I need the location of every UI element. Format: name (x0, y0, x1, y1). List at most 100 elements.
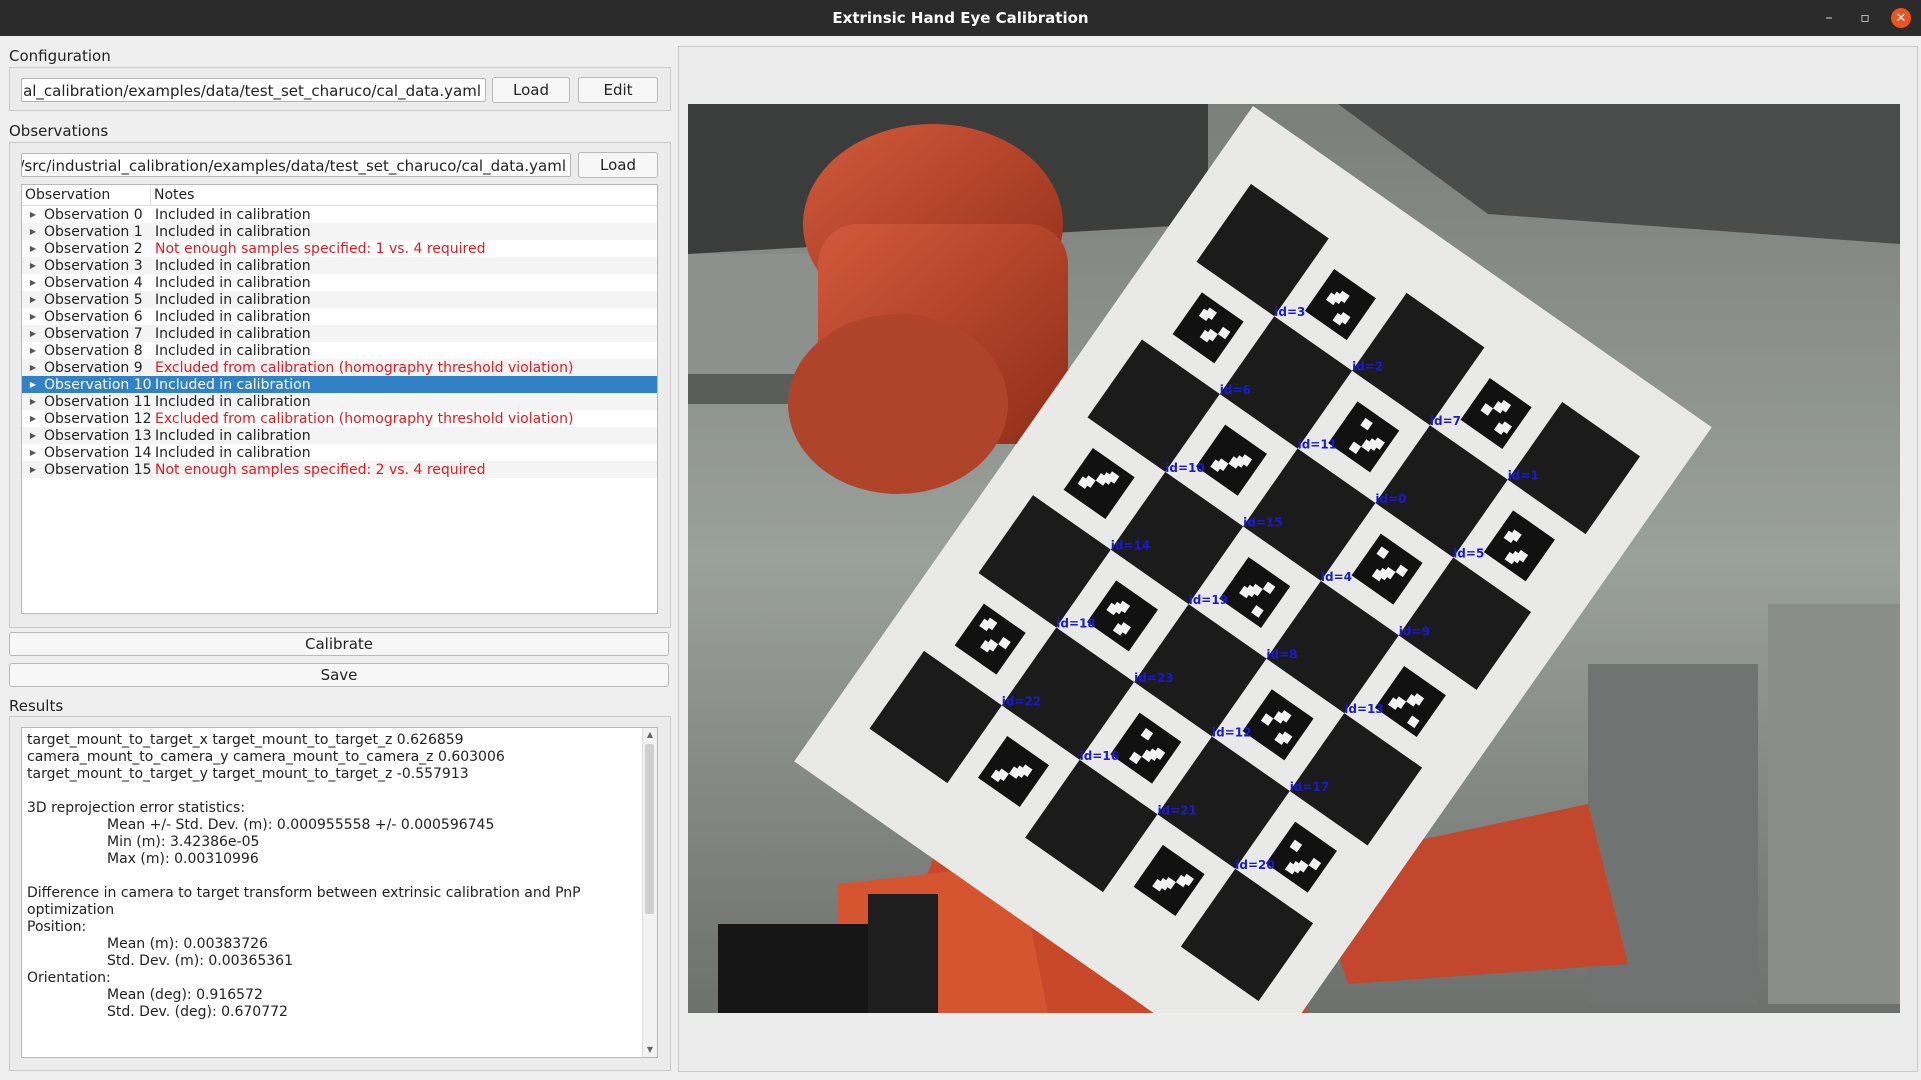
marker-id-label: id=3 (1274, 305, 1305, 319)
column-header-observation[interactable]: Observation (22, 185, 151, 205)
observation-row[interactable]: ▶ Observation 4 Included in calibration (22, 274, 657, 291)
window-title: Extrinsic Hand Eye Calibration (832, 9, 1089, 27)
observation-name: Observation 9 (44, 359, 143, 376)
expand-arrow-icon[interactable]: ▶ (22, 414, 44, 423)
results-text-area[interactable]: target_mount_to_target_x target_mount_to… (21, 727, 658, 1058)
maximize-icon[interactable]: ▫ (1855, 8, 1875, 28)
observation-name: Observation 15 (44, 461, 152, 478)
observations-load-button[interactable]: Load (578, 152, 658, 178)
results-line (27, 868, 637, 885)
expand-arrow-icon[interactable]: ▶ (22, 431, 44, 440)
observation-row[interactable]: ▶ Observation 2 Not enough samples specifi… (22, 240, 657, 257)
marker-id-label: id=1 (1508, 469, 1539, 483)
observation-note: Included in calibration (155, 223, 311, 240)
expand-arrow-icon[interactable]: ▶ (22, 448, 44, 457)
expand-arrow-icon[interactable]: ▶ (22, 363, 44, 372)
results-scrollbar[interactable]: ▲ ▼ (642, 728, 657, 1057)
observation-row[interactable]: ▶ Observation 1 Included in calibration (22, 223, 657, 240)
observation-note: Included in calibration (155, 376, 311, 393)
marker-id-label: id=0 (1375, 492, 1406, 506)
observation-name: Observation 7 (44, 325, 143, 342)
expand-arrow-icon[interactable]: ▶ (22, 227, 44, 236)
marker-id-label: id=5 (1453, 547, 1484, 561)
results-line: Mean (deg): 0.916572 (107, 987, 263, 1003)
marker-id-label: id=16 (1080, 749, 1119, 763)
expand-arrow-icon[interactable]: ▶ (22, 329, 44, 338)
observation-row[interactable]: ▶ Observation 11 Included in calibration (22, 393, 657, 410)
expand-arrow-icon[interactable]: ▶ (22, 397, 44, 406)
expand-arrow-icon[interactable]: ▶ (22, 295, 44, 304)
observation-name: Observation 6 (44, 308, 143, 325)
close-icon[interactable]: ✕ (1891, 8, 1911, 28)
expand-arrow-icon[interactable]: ▶ (22, 210, 44, 219)
expand-arrow-icon[interactable]: ▶ (22, 346, 44, 355)
observation-row[interactable]: ▶ Observation 0 Included in calibration (22, 206, 657, 223)
scroll-thumb[interactable] (645, 744, 654, 914)
observation-row[interactable]: ▶ Observation 8 Included in calibration (22, 342, 657, 359)
observation-row[interactable]: ▶ Observation 6 Included in calibration (22, 308, 657, 325)
results-line: target_mount_to_target_x target_mount_to… (27, 732, 464, 748)
observation-row[interactable]: ▶ Observation 14 Included in calibration (22, 444, 657, 461)
results-label: Results (9, 697, 64, 715)
results-line: Std. Dev. (m): 0.00365361 (107, 953, 293, 969)
marker-id-label: id=19 (1189, 593, 1228, 607)
observation-name: Observation 11 (44, 393, 152, 410)
minimize-icon[interactable]: – (1819, 8, 1839, 28)
results-line: Mean +/- Std. Dev. (m): 0.000955558 +/- … (107, 817, 495, 833)
marker-id-label: id=18 (1056, 617, 1095, 631)
observations-tree[interactable]: Observation Notes ▶ Observation 0 Included… (21, 184, 658, 614)
column-header-notes[interactable]: Notes (151, 185, 194, 205)
observation-row[interactable]: ▶ Observation 5 Included in calibration (22, 291, 657, 308)
observation-note: Included in calibration (155, 325, 311, 342)
marker-id-label: id=11 (1298, 438, 1337, 452)
scroll-up-arrow-icon[interactable]: ▲ (643, 728, 657, 742)
calibrate-button[interactable]: Calibrate (9, 632, 669, 656)
expand-arrow-icon[interactable]: ▶ (22, 244, 44, 253)
observation-note: Included in calibration (155, 444, 311, 461)
results-line: Difference in camera to target transform… (27, 885, 581, 918)
observation-note: Not enough samples specified: 2 vs. 4 re… (155, 461, 486, 478)
observations-path-field[interactable]: abr_ws/src/industrial_calibration/exampl… (21, 153, 571, 177)
observation-name: Observation 4 (44, 274, 143, 291)
observation-note: Not enough samples specified: 1 vs. 4 re… (155, 240, 486, 257)
observation-note: Included in calibration (155, 291, 311, 308)
marker-id-label: id=22 (1002, 694, 1041, 708)
title-bar: Extrinsic Hand Eye Calibration – ▫ ✕ (0, 0, 1921, 36)
configuration-path-field[interactable]: dustrial_calibration/examples/data/test_… (21, 78, 486, 102)
marker-id-label: id=8 (1266, 648, 1297, 662)
camera-image: id=3 id=2 id=7 id=1 id=6 id=11 id=0 id=5 id=10 id… (688, 104, 1900, 1013)
results-line: Max (m): 0.00310996 (107, 851, 259, 867)
marker-id-label: id=7 (1430, 414, 1461, 428)
observation-row[interactable]: ▶ Observation 12 Excluded from calibration… (22, 410, 657, 427)
observation-row[interactable]: ▶ Observation 7 Included in calibration (22, 325, 657, 342)
observation-name: Observation 1 (44, 223, 143, 240)
observation-row[interactable]: ▶ Observation 10 Included in calibration (22, 376, 657, 393)
marker-id-label: id=20 (1235, 858, 1274, 872)
configuration-load-button[interactable]: Load (492, 77, 570, 103)
marker-id-label: id=9 (1399, 624, 1430, 638)
expand-arrow-icon[interactable]: ▶ (22, 261, 44, 270)
observation-note: Excluded from calibration (homography th… (155, 410, 574, 427)
expand-arrow-icon[interactable]: ▶ (22, 465, 44, 474)
observation-note: Excluded from calibration (homography th… (155, 359, 574, 376)
observation-row[interactable]: ▶ Observation 3 Included in calibration (22, 257, 657, 274)
configuration-edit-button[interactable]: Edit (578, 77, 658, 103)
observation-row[interactable]: ▶ Observation 15 Not enough samples specif… (22, 461, 657, 478)
tree-header: Observation Notes (22, 185, 657, 206)
expand-arrow-icon[interactable]: ▶ (22, 380, 44, 389)
marker-id-label: id=21 (1158, 803, 1197, 817)
observation-row[interactable]: ▶ Observation 13 Included in calibration (22, 427, 657, 444)
observation-name: Observation 13 (44, 427, 152, 444)
observation-note: Included in calibration (155, 342, 311, 359)
save-button[interactable]: Save (9, 663, 669, 687)
marker-id-label: id=23 (1134, 671, 1173, 685)
marker-id-label: id=6 (1220, 383, 1251, 397)
scroll-down-arrow-icon[interactable]: ▼ (643, 1043, 657, 1057)
results-line: target_mount_to_target_y target_mount_to… (27, 766, 469, 782)
observation-name: Observation 8 (44, 342, 143, 359)
expand-arrow-icon[interactable]: ▶ (22, 278, 44, 287)
marker-id-label: id=17 (1290, 780, 1329, 794)
expand-arrow-icon[interactable]: ▶ (22, 312, 44, 321)
observation-row[interactable]: ▶ Observation 9 Excluded from calibration … (22, 359, 657, 376)
observation-name: Observation 10 (44, 376, 152, 393)
